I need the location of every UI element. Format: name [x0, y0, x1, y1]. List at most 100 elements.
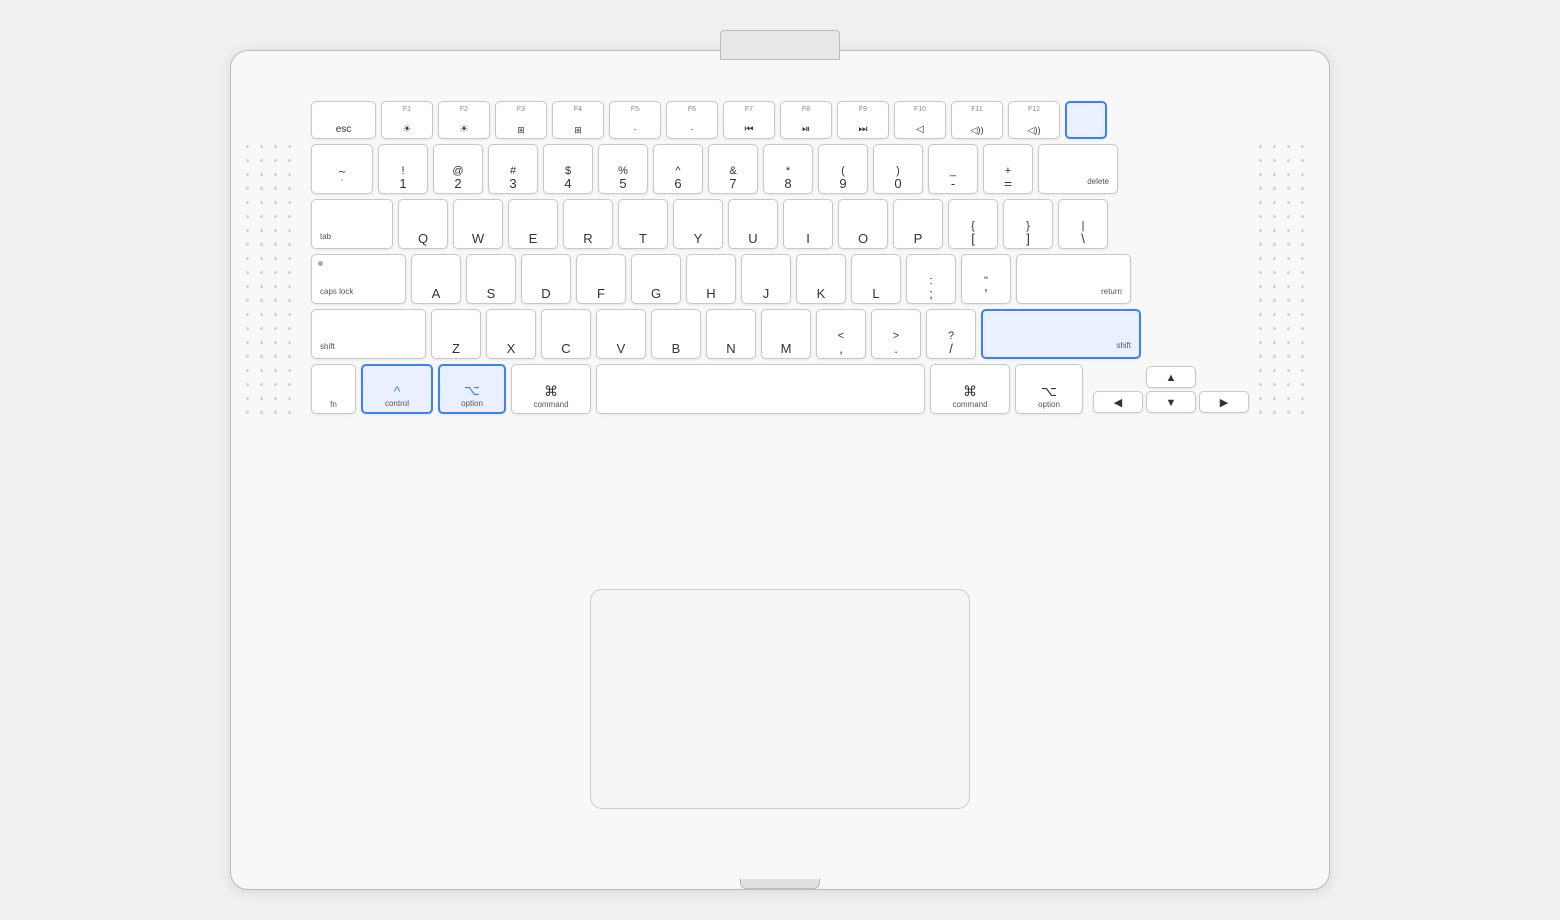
key-semicolon[interactable]: : ;	[906, 254, 956, 304]
qwerty-key-row: tab Q W E R T Y U I O P { [ } ]	[311, 199, 1249, 249]
key-h[interactable]: H	[686, 254, 736, 304]
key-x[interactable]: X	[486, 309, 536, 359]
key-option-right-label: option	[1038, 400, 1060, 410]
key-command-left[interactable]: ⌘ command	[511, 364, 591, 414]
key-f2[interactable]: ☀ F2	[438, 101, 490, 139]
key-f7[interactable]: ⏮ F7	[723, 101, 775, 139]
key-command-right-label: command	[952, 400, 987, 410]
key-2[interactable]: @ 2	[433, 144, 483, 194]
key-k[interactable]: K	[796, 254, 846, 304]
key-f8[interactable]: ⏯ F8	[780, 101, 832, 139]
key-f9[interactable]: ⏭ F9	[837, 101, 889, 139]
key-tab[interactable]: tab	[311, 199, 393, 249]
key-j[interactable]: J	[741, 254, 791, 304]
key-comma[interactable]: < ,	[816, 309, 866, 359]
key-quote[interactable]: " '	[961, 254, 1011, 304]
key-g[interactable]: G	[631, 254, 681, 304]
key-b[interactable]: B	[651, 309, 701, 359]
key-tilde[interactable]: ~ `	[311, 144, 373, 194]
key-f5[interactable]: · F5	[609, 101, 661, 139]
key-period[interactable]: > .	[871, 309, 921, 359]
keyboard: esc ☀ F1 ☀ F2 ⊞ F3 ⊞ F4	[311, 101, 1249, 481]
key-return[interactable]: return	[1016, 254, 1131, 304]
key-tab-label: tab	[320, 232, 331, 242]
bottom-hinge	[740, 879, 820, 889]
key-z[interactable]: Z	[431, 309, 481, 359]
key-c[interactable]: C	[541, 309, 591, 359]
key-5[interactable]: % 5	[598, 144, 648, 194]
key-p[interactable]: P	[893, 199, 943, 249]
asdf-key-row: caps lock A S D F G H J K L : ; " '	[311, 254, 1249, 304]
key-y[interactable]: Y	[673, 199, 723, 249]
key-6[interactable]: ^ 6	[653, 144, 703, 194]
key-equal[interactable]: + =	[983, 144, 1033, 194]
key-shift-right-label: shift	[1116, 341, 1131, 351]
side-dots-right: for(let i=0;i<80;i++) document.currentSc…	[1259, 106, 1314, 456]
key-n[interactable]: N	[706, 309, 756, 359]
key-arrow-down[interactable]: ▼	[1146, 391, 1196, 413]
key-capslock[interactable]: caps lock	[311, 254, 406, 304]
key-v[interactable]: V	[596, 309, 646, 359]
key-control-label: control	[385, 399, 409, 409]
key-command-right[interactable]: ⌘ command	[930, 364, 1010, 414]
key-t[interactable]: T	[618, 199, 668, 249]
key-f10[interactable]: ◁ F10	[894, 101, 946, 139]
key-option-left[interactable]: ⌥ option	[438, 364, 506, 414]
key-9[interactable]: ( 9	[818, 144, 868, 194]
key-f11[interactable]: ◁)) F11	[951, 101, 1003, 139]
key-4[interactable]: $ 4	[543, 144, 593, 194]
key-fn[interactable]: fn	[311, 364, 356, 414]
key-f3-icon: ⊞	[517, 126, 525, 135]
key-7[interactable]: & 7	[708, 144, 758, 194]
key-r[interactable]: R	[563, 199, 613, 249]
key-f10-label: F10	[895, 106, 945, 113]
key-l[interactable]: L	[851, 254, 901, 304]
number-key-row: ~ ` ! 1 @ 2 # 3 $ 4	[311, 144, 1249, 194]
key-f1[interactable]: ☀ F1	[381, 101, 433, 139]
key-delete-label: delete	[1087, 177, 1109, 187]
key-backslash[interactable]: | \	[1058, 199, 1108, 249]
key-0[interactable]: ) 0	[873, 144, 923, 194]
key-o[interactable]: O	[838, 199, 888, 249]
key-f6[interactable]: · F6	[666, 101, 718, 139]
key-space[interactable]	[596, 364, 925, 414]
key-3[interactable]: # 3	[488, 144, 538, 194]
key-i[interactable]: I	[783, 199, 833, 249]
key-f12-icon: ◁))	[1028, 126, 1041, 135]
key-f9-icon: ⏭	[859, 125, 868, 135]
key-q[interactable]: Q	[398, 199, 448, 249]
key-f6-icon: ·	[690, 125, 693, 135]
key-arrow-right[interactable]: ▶	[1199, 391, 1249, 413]
key-arrow-up[interactable]: ▲	[1146, 366, 1196, 388]
key-power[interactable]	[1065, 101, 1107, 139]
key-s[interactable]: S	[466, 254, 516, 304]
key-command-left-label: command	[533, 400, 568, 410]
key-8[interactable]: * 8	[763, 144, 813, 194]
trackpad[interactable]	[590, 589, 970, 809]
key-esc[interactable]: esc	[311, 101, 376, 139]
key-w[interactable]: W	[453, 199, 503, 249]
key-rbracket[interactable]: } ]	[1003, 199, 1053, 249]
key-f3[interactable]: ⊞ F3	[495, 101, 547, 139]
caps-lock-dot	[318, 261, 323, 266]
key-a[interactable]: A	[411, 254, 461, 304]
key-u[interactable]: U	[728, 199, 778, 249]
key-slash[interactable]: ? /	[926, 309, 976, 359]
key-arrow-left[interactable]: ◀	[1093, 391, 1143, 413]
key-e[interactable]: E	[508, 199, 558, 249]
key-delete[interactable]: delete	[1038, 144, 1118, 194]
key-shift-left[interactable]: shift	[311, 309, 426, 359]
key-control[interactable]: ^ control	[361, 364, 433, 414]
key-1[interactable]: ! 1	[378, 144, 428, 194]
key-f10-icon: ◁	[916, 125, 924, 135]
key-option-right[interactable]: ⌥ option	[1015, 364, 1083, 414]
key-minus[interactable]: _ -	[928, 144, 978, 194]
key-lbracket[interactable]: { [	[948, 199, 998, 249]
key-f4[interactable]: ⊞ F4	[552, 101, 604, 139]
key-f7-label: F7	[724, 106, 774, 113]
key-f[interactable]: F	[576, 254, 626, 304]
key-m[interactable]: M	[761, 309, 811, 359]
key-shift-right[interactable]: shift	[981, 309, 1141, 359]
key-d[interactable]: D	[521, 254, 571, 304]
key-f12[interactable]: ◁)) F12	[1008, 101, 1060, 139]
